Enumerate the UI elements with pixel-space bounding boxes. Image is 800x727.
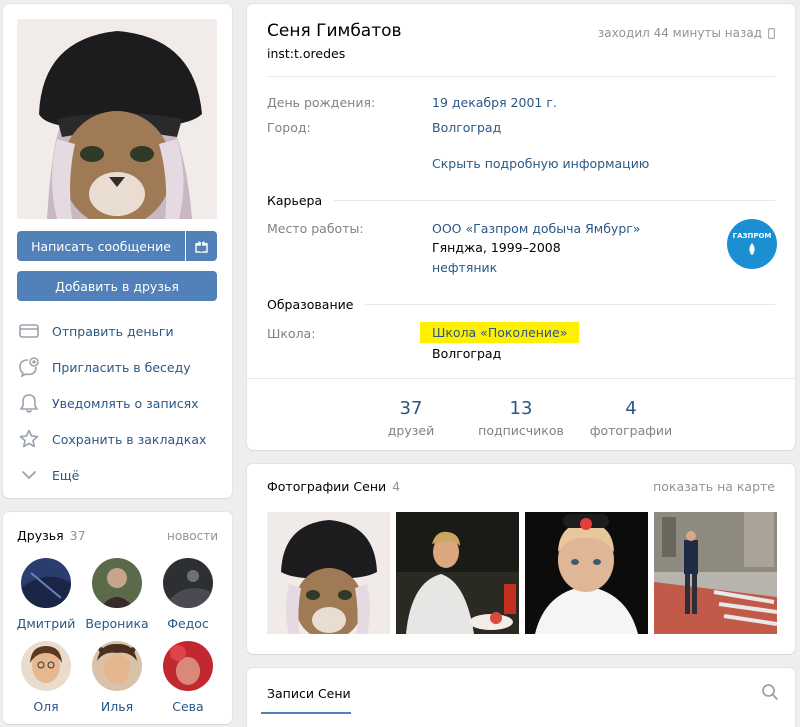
- photos-title[interactable]: Фотографии Сени 4: [267, 479, 400, 494]
- more-label: Ещё: [52, 467, 80, 483]
- work-company-link[interactable]: ООО «Газпром добыча Ямбург»: [432, 221, 640, 236]
- gazprom-logo-text: ГАЗПРОМ: [732, 231, 772, 240]
- city-link[interactable]: Волгоград: [432, 120, 501, 135]
- friend-name: Федос: [167, 616, 209, 631]
- send-message-button[interactable]: Написать сообщение: [17, 231, 185, 261]
- friend-name: Сева: [172, 699, 204, 714]
- friend-name: Илья: [100, 699, 134, 714]
- posts-tab[interactable]: Записи Сени: [267, 686, 351, 701]
- friend-item[interactable]: Дмитрий: [11, 558, 81, 631]
- divider: [267, 76, 775, 77]
- friend-item[interactable]: Федос: [153, 558, 223, 631]
- city-label: Город:: [267, 120, 311, 135]
- photo-thumbnail[interactable]: [267, 512, 390, 634]
- friend-avatar: [92, 641, 142, 691]
- online-status: заходил 44 минуты назад: [598, 26, 775, 40]
- friend-name: Оля: [33, 699, 59, 714]
- birthday-label: День рождения:: [267, 95, 376, 110]
- photos-header: Фотографии Сени 4 показать на карте: [267, 479, 775, 494]
- send-money-action[interactable]: Отправить деньги: [17, 313, 222, 349]
- friend-avatar: [21, 641, 71, 691]
- friend-item[interactable]: Илья: [82, 641, 152, 714]
- photos-title-label: Фотографии Сени: [267, 479, 387, 494]
- education-section-title: Образование: [267, 297, 775, 312]
- card-icon: [17, 319, 41, 343]
- counter-photos-label: фотографии: [589, 423, 673, 438]
- photos-card: Фотографии Сени 4 показать на карте: [247, 464, 795, 654]
- search-icon[interactable]: [761, 683, 779, 701]
- posts-card: Записи Сени: [247, 668, 795, 727]
- friend-item[interactable]: Сева: [153, 641, 223, 714]
- counter-followers[interactable]: 13 подписчиков: [476, 379, 566, 450]
- profile-actions-list: Отправить деньги Пригласить в беседу Уве…: [17, 313, 222, 493]
- friend-avatar: [163, 641, 213, 691]
- hide-details-link[interactable]: Скрыть подробную информацию: [432, 156, 649, 171]
- gift-icon: [195, 240, 208, 253]
- counter-friends[interactable]: 37 друзей: [366, 379, 456, 450]
- profile-status: inst:t.oredes: [267, 46, 346, 61]
- company-logo[interactable]: ГАЗПРОМ: [727, 219, 777, 269]
- online-status-text: заходил 44 минуты назад: [597, 26, 762, 40]
- friends-header: Друзья 37 новости: [17, 528, 218, 543]
- flame-icon: [749, 242, 755, 255]
- counter-followers-label: подписчиков: [478, 423, 564, 438]
- school-label: Школа:: [267, 326, 316, 341]
- profile-info-card: Сеня Гимбатов inst:t.oredes заходил 44 м…: [247, 4, 795, 450]
- friend-avatar: [163, 558, 213, 608]
- friend-avatar: [21, 558, 71, 608]
- invite-to-chat-action[interactable]: Пригласить в беседу: [17, 349, 222, 385]
- friends-title[interactable]: Друзья 37: [17, 528, 86, 543]
- counter-followers-num: 13: [509, 398, 533, 419]
- friends-card: Друзья 37 новости Дмитрий Вероника Федос …: [3, 512, 232, 724]
- work-place: Гянджа, 1999–2008: [432, 240, 561, 255]
- counter-photos-num: 4: [625, 398, 637, 419]
- counter-photos[interactable]: 4 фотографии: [586, 379, 676, 450]
- friend-name: Вероника: [85, 616, 149, 631]
- add-friend-button[interactable]: Добавить в друзья: [17, 271, 217, 301]
- friends-title-label: Друзья: [17, 528, 64, 543]
- profile-name: Сеня Гимбатов: [267, 21, 402, 41]
- notify-posts-label: Уведомлять о записях: [52, 395, 199, 411]
- career-title: Карьера: [267, 193, 323, 208]
- star-icon: [17, 427, 41, 451]
- invite-to-chat-label: Пригласить в беседу: [52, 359, 191, 375]
- chat-plus-icon: [17, 355, 41, 379]
- school-city: Волгоград: [432, 346, 502, 361]
- photos-count: 4: [392, 479, 401, 494]
- avatar-image: [17, 19, 217, 219]
- show-on-map-link[interactable]: показать на карте: [653, 479, 775, 494]
- career-section-title: Карьера: [267, 193, 775, 208]
- photo-thumbnail[interactable]: [396, 512, 519, 634]
- save-bookmark-action[interactable]: Сохранить в закладках: [17, 421, 222, 457]
- friends-count: 37: [69, 528, 86, 543]
- school-link[interactable]: Школа «Поколение»: [420, 322, 580, 343]
- notify-posts-action[interactable]: Уведомлять о записях: [17, 385, 222, 421]
- counter-friends-label: друзей: [387, 423, 435, 438]
- mobile-icon: [768, 27, 775, 39]
- photo-thumbnail[interactable]: [654, 512, 777, 634]
- bell-icon: [17, 391, 41, 415]
- posts-tab-underline: [261, 712, 351, 714]
- send-money-label: Отправить деньги: [52, 323, 174, 339]
- gift-button[interactable]: [186, 231, 217, 261]
- birthday-link[interactable]: 19 декабря 2001 г.: [432, 95, 557, 110]
- work-label: Место работы:: [267, 221, 364, 236]
- photo-thumbnail[interactable]: [525, 512, 648, 634]
- friend-item[interactable]: Вероника: [82, 558, 152, 631]
- counter-friends-num: 37: [399, 398, 423, 419]
- friend-name: Дмитрий: [16, 616, 76, 631]
- save-bookmark-label: Сохранить в закладках: [52, 431, 207, 447]
- education-title: Образование: [267, 297, 354, 312]
- profile-avatar[interactable]: [17, 19, 217, 219]
- friends-news-link[interactable]: новости: [167, 529, 218, 543]
- friend-avatar: [92, 558, 142, 608]
- profile-sidebar-card: Написать сообщение Добавить в друзья Отп…: [3, 4, 232, 498]
- friend-item[interactable]: Оля: [11, 641, 81, 714]
- more-action[interactable]: Ещё: [17, 457, 222, 493]
- work-position-link[interactable]: нефтяник: [432, 260, 497, 275]
- chevron-down-icon: [17, 463, 41, 487]
- profile-counters: 37 друзей 13 подписчиков 4 фотографии: [247, 378, 795, 450]
